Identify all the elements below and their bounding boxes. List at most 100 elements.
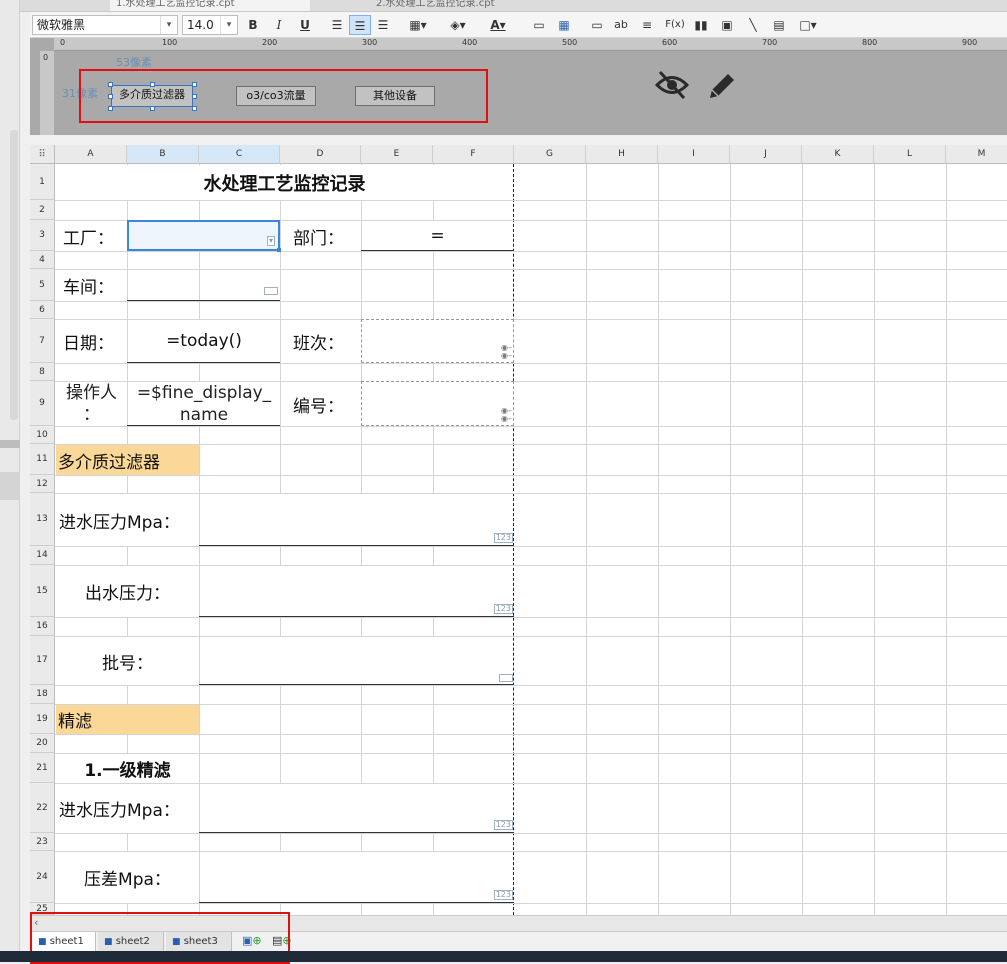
- underline-button[interactable]: U: [294, 15, 316, 35]
- operator-label: 操作人：: [56, 382, 127, 426]
- image-button[interactable]: ▣: [716, 15, 738, 35]
- column-header[interactable]: M: [946, 145, 1007, 164]
- column-header[interactable]: B: [127, 145, 199, 164]
- table-button[interactable]: ▦: [553, 15, 575, 35]
- pressure-diff-field[interactable]: 123: [200, 852, 513, 902]
- slash-button[interactable]: ╲: [742, 15, 764, 35]
- row-header[interactable]: 21: [30, 753, 55, 783]
- row-header[interactable]: 7: [30, 319, 55, 363]
- stage1-label: 1.一级精滤: [56, 754, 199, 783]
- column-header[interactable]: H: [586, 145, 658, 164]
- row-header[interactable]: 10: [30, 426, 55, 444]
- italic-button[interactable]: I: [268, 15, 290, 35]
- fill-color-button[interactable]: ◈▾: [442, 15, 474, 35]
- spreadsheet-grid[interactable]: ⠿ A B C D E F G H I J K L M 1 2 3 4 5 6 …: [30, 145, 1007, 915]
- font-name-select[interactable]: 微软雅黑 ▾: [32, 15, 178, 35]
- batch-field[interactable]: [200, 637, 513, 684]
- row-header[interactable]: 14: [30, 546, 55, 565]
- shift-label: 班次：: [281, 320, 361, 363]
- bold-button[interactable]: B: [242, 15, 264, 35]
- row-header[interactable]: 23: [30, 833, 55, 851]
- row-header[interactable]: 9: [30, 381, 55, 426]
- align-left-button[interactable]: ☰: [326, 15, 348, 35]
- document-tab-1-label: 1.水处理工艺监控记录.cpt: [116, 0, 235, 9]
- row-header[interactable]: 5: [30, 269, 55, 301]
- row-header[interactable]: 2: [30, 200, 55, 220]
- row-header[interactable]: 22: [30, 783, 55, 833]
- factory-select[interactable]: ▾: [127, 220, 280, 251]
- column-header[interactable]: E: [361, 145, 433, 164]
- row-header[interactable]: 24: [30, 851, 55, 903]
- table-icon: ▦: [558, 18, 570, 32]
- operator-label-line1: 操作人: [66, 383, 117, 403]
- font-color-icon: A▾: [490, 18, 506, 32]
- row-header[interactable]: 1: [30, 164, 55, 200]
- column-header[interactable]: K: [802, 145, 874, 164]
- grid-line: [802, 164, 803, 915]
- inlet-pressure-field[interactable]: 123: [200, 494, 513, 545]
- row-header[interactable]: 16: [30, 617, 55, 636]
- column-header[interactable]: J: [730, 145, 802, 164]
- horizontal-ruler: 0 100 200 300 400 500 600 700 800 900: [54, 38, 1007, 51]
- underline: [199, 616, 514, 617]
- ruler-tick: 500: [562, 38, 578, 47]
- subreport-button[interactable]: ▤: [768, 15, 790, 35]
- eye-slash-icon[interactable]: [655, 70, 689, 100]
- row-header[interactable]: 17: [30, 636, 55, 685]
- column-header[interactable]: F: [433, 145, 514, 164]
- row-header[interactable]: 8: [30, 363, 55, 381]
- left-panel-scrollbar[interactable]: [10, 130, 18, 420]
- section-multimedia-filter: 多介质过滤器: [56, 445, 199, 475]
- align-right-button[interactable]: ☰: [372, 15, 394, 35]
- operator-field[interactable]: =$fine_display_ name: [128, 382, 280, 425]
- row-header[interactable]: 13: [30, 493, 55, 546]
- more-button[interactable]: □▾: [794, 15, 822, 35]
- date-field[interactable]: =today(): [128, 320, 280, 362]
- radio-icon: ◉– ◉–: [501, 343, 512, 360]
- row-header[interactable]: 12: [30, 475, 55, 493]
- document-tab-1[interactable]: 1.水处理工艺监控记录.cpt: [110, 0, 310, 11]
- inlet-pressure2-field[interactable]: 123: [200, 784, 513, 832]
- column-header[interactable]: A: [55, 145, 127, 164]
- pencil-icon[interactable]: [706, 70, 738, 102]
- underline: [127, 362, 280, 363]
- paint-bucket-icon: ◈▾: [450, 18, 466, 32]
- shift-field[interactable]: ◉– ◉–: [361, 319, 514, 363]
- textbox-button[interactable]: ▭: [586, 15, 608, 35]
- column-header[interactable]: L: [874, 145, 946, 164]
- align-center-button[interactable]: ☰: [349, 15, 371, 35]
- column-header[interactable]: I: [658, 145, 730, 164]
- row-header[interactable]: 3: [30, 220, 55, 251]
- dept-field[interactable]: =: [362, 221, 513, 250]
- formula-button[interactable]: F(x): [662, 15, 688, 35]
- row-header[interactable]: 4: [30, 251, 55, 269]
- align-center-icon: ☰: [354, 19, 366, 33]
- row-header[interactable]: 19: [30, 704, 55, 734]
- align-left-icon: ☰: [331, 18, 343, 32]
- ruler-tick: 100: [162, 38, 178, 47]
- outlet-pressure-field[interactable]: 123: [200, 566, 513, 616]
- number-field[interactable]: ◉– ◉–: [361, 381, 514, 426]
- chart-button[interactable]: ▮▮: [690, 15, 712, 35]
- font-name-value: 微软雅黑: [37, 18, 86, 32]
- border-button[interactable]: ▦▾: [402, 15, 434, 35]
- row-header[interactable]: 11: [30, 444, 55, 475]
- workshop-label: 车间：: [56, 270, 127, 301]
- row-header[interactable]: 6: [30, 301, 55, 319]
- richtext-button[interactable]: ≡: [636, 15, 658, 35]
- row-header[interactable]: 15: [30, 565, 55, 617]
- format-toolbar: 微软雅黑 ▾ 14.0 ▾ B I U ☰ ☰ ☰ ▦▾ ◈▾ A▾ ▭ ▦ ▭ a…: [30, 12, 1007, 38]
- document-tab-2[interactable]: 2.水处理工艺监控记录.cpt: [370, 0, 590, 11]
- number-widget-tag: 123: [493, 533, 513, 543]
- font-color-button[interactable]: A▾: [482, 15, 514, 35]
- row-header[interactable]: 20: [30, 734, 55, 753]
- column-header[interactable]: D: [280, 145, 361, 164]
- font-size-select[interactable]: 14.0 ▾: [182, 15, 238, 35]
- column-header[interactable]: G: [514, 145, 586, 164]
- ruler-tick: 700: [762, 38, 778, 47]
- text-button[interactable]: ab: [610, 15, 632, 35]
- select-all-corner[interactable]: ⠿: [30, 145, 55, 164]
- row-header[interactable]: 18: [30, 685, 55, 704]
- merge-button[interactable]: ▭: [528, 15, 550, 35]
- column-header[interactable]: C: [199, 145, 280, 164]
